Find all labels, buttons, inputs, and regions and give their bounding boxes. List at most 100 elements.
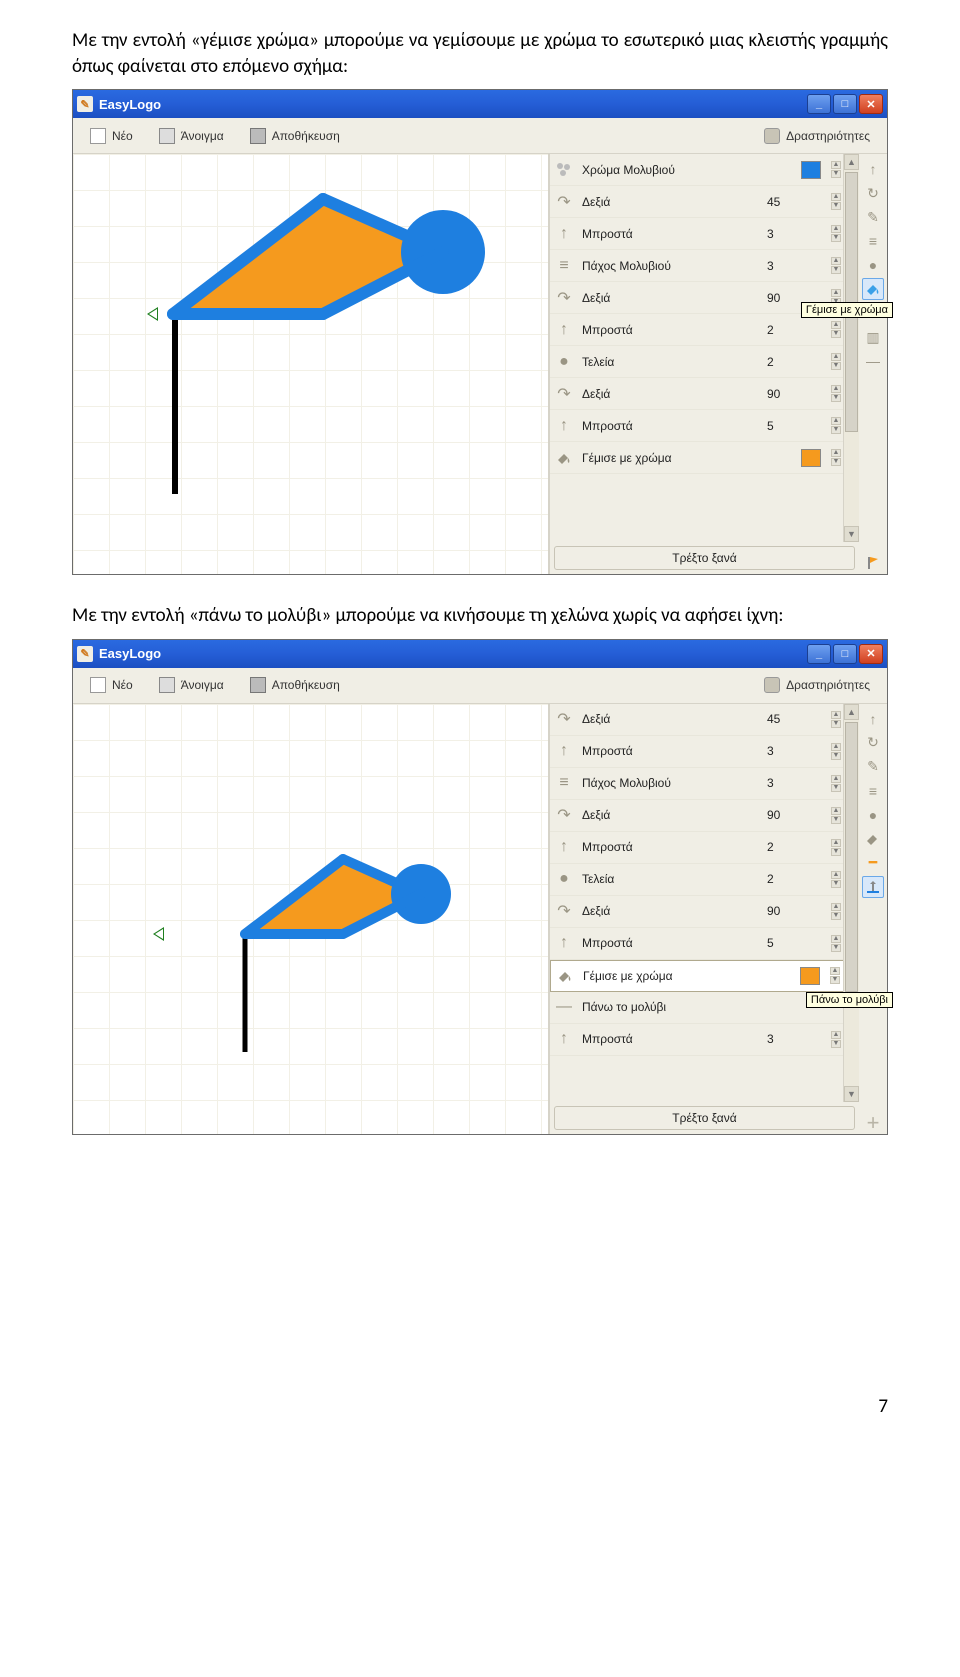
spin-up-icon[interactable]: ▲ [831, 417, 841, 425]
value-spinner[interactable]: ▲▼ [831, 807, 841, 824]
tool-pencil-icon[interactable]: ✎ [862, 756, 884, 778]
new-button[interactable]: Νέο [79, 671, 144, 699]
new-button[interactable]: Νέο [79, 122, 144, 150]
value-spinner[interactable]: ▲▼ [830, 967, 840, 984]
minimize-button[interactable]: _ [807, 644, 831, 664]
command-row[interactable]: Γέμισε με χρώμα▲▼ [550, 960, 859, 992]
tool-up-arrow-icon[interactable]: ↑ [862, 708, 884, 730]
spin-down-icon[interactable]: ▼ [831, 426, 841, 434]
run-again-button[interactable]: Τρέξτο ξανά [554, 546, 855, 570]
spin-up-icon[interactable]: ▲ [831, 289, 841, 297]
spin-up-icon[interactable]: ▲ [831, 775, 841, 783]
spin-up-icon[interactable]: ▲ [831, 257, 841, 265]
value-spinner[interactable]: ▲▼ [831, 257, 841, 274]
spin-down-icon[interactable]: ▼ [831, 202, 841, 210]
spin-down-icon[interactable]: ▼ [831, 720, 841, 728]
panel-scrollbar[interactable]: ▲ ▼ [843, 704, 859, 1102]
command-row[interactable]: ↷Δεξιά90▲▼ [550, 896, 859, 928]
tool-minus-icon[interactable]: — [862, 350, 884, 372]
value-spinner[interactable]: ▲▼ [831, 449, 841, 466]
spin-down-icon[interactable]: ▼ [831, 784, 841, 792]
drawing-canvas[interactable] [73, 704, 549, 1134]
spin-down-icon[interactable]: ▼ [830, 976, 840, 984]
spin-down-icon[interactable]: ▼ [831, 266, 841, 274]
spin-up-icon[interactable]: ▲ [831, 321, 841, 329]
tool-flag-icon[interactable] [862, 552, 884, 574]
spin-up-icon[interactable]: ▲ [830, 967, 840, 975]
value-spinner[interactable]: ▲▼ [831, 417, 841, 434]
tool-dot-icon[interactable]: ● [862, 254, 884, 276]
spin-down-icon[interactable]: ▼ [831, 816, 841, 824]
tool-dot-icon[interactable]: ● [862, 804, 884, 826]
spin-up-icon[interactable]: ▲ [831, 225, 841, 233]
command-row[interactable]: ↷Δεξιά45▲▼ [550, 704, 859, 736]
value-spinner[interactable]: ▲▼ [831, 903, 841, 920]
command-row[interactable]: Γέμισε με χρώμα▲▼ [550, 442, 859, 474]
spin-up-icon[interactable]: ▲ [831, 353, 841, 361]
color-swatch[interactable] [801, 449, 821, 467]
activities-button[interactable]: Δραστηριότητες [753, 122, 881, 150]
spin-up-icon[interactable]: ▲ [831, 903, 841, 911]
color-swatch[interactable] [801, 161, 821, 179]
value-spinner[interactable]: ▲▼ [831, 871, 841, 888]
tool-width-icon[interactable]: ≡ [862, 780, 884, 802]
command-row[interactable]: ↑Μπροστά5▲▼ [550, 410, 859, 442]
panel-scrollbar[interactable]: ▲ ▼ [843, 154, 859, 542]
spin-down-icon[interactable]: ▼ [831, 458, 841, 466]
command-row[interactable]: ↷Δεξιά45▲▼ [550, 186, 859, 218]
spin-up-icon[interactable]: ▲ [831, 743, 841, 751]
save-button[interactable]: Αποθήκευση [239, 122, 351, 150]
spin-up-icon[interactable]: ▲ [831, 449, 841, 457]
command-row[interactable]: ●Τελεία2▲▼ [550, 346, 859, 378]
scroll-thumb[interactable] [845, 722, 858, 992]
drawing-canvas[interactable] [73, 154, 549, 574]
spin-down-icon[interactable]: ▼ [831, 880, 841, 888]
spin-down-icon[interactable]: ▼ [831, 1040, 841, 1048]
tool-pencil-icon[interactable]: ✎ [862, 206, 884, 228]
command-row[interactable]: ↷Δεξιά90▲▼ [550, 800, 859, 832]
spin-down-icon[interactable]: ▼ [831, 330, 841, 338]
tool-line-icon[interactable]: ━ [862, 852, 884, 874]
command-row[interactable]: ↑Μπροστά2▲▼ [550, 314, 859, 346]
open-button[interactable]: Άνοιγμα [148, 671, 235, 699]
command-row[interactable]: ↷Δεξιά90▲▼ [550, 378, 859, 410]
spin-up-icon[interactable]: ▲ [831, 193, 841, 201]
close-button[interactable]: ✕ [859, 644, 883, 664]
value-spinner[interactable]: ▲▼ [831, 711, 841, 728]
tool-fill-bucket-icon[interactable] [862, 828, 884, 850]
spin-up-icon[interactable]: ▲ [831, 807, 841, 815]
spin-up-icon[interactable]: ▲ [831, 385, 841, 393]
command-row[interactable]: ↑Μπροστά5▲▼ [550, 928, 859, 960]
spin-down-icon[interactable]: ▼ [831, 234, 841, 242]
command-row[interactable]: ↑Μπροστά3▲▼ [550, 218, 859, 250]
tool-pen-up-icon[interactable] [862, 876, 884, 898]
spin-up-icon[interactable]: ▲ [831, 871, 841, 879]
spin-up-icon[interactable]: ▲ [831, 711, 841, 719]
command-row[interactable]: ≡Πάχος Μολυβιού3▲▼ [550, 250, 859, 282]
spin-up-icon[interactable]: ▲ [831, 161, 841, 169]
command-row[interactable]: ●Τελεία2▲▼ [550, 864, 859, 896]
save-button[interactable]: Αποθήκευση [239, 671, 351, 699]
spin-up-icon[interactable]: ▲ [831, 839, 841, 847]
scroll-down-icon[interactable]: ▼ [844, 526, 859, 542]
color-swatch[interactable] [800, 967, 820, 985]
tool-plus-icon[interactable]: + [862, 1112, 884, 1134]
run-again-button[interactable]: Τρέξτο ξανά [554, 1106, 855, 1130]
spin-down-icon[interactable]: ▼ [831, 752, 841, 760]
value-spinner[interactable]: ▲▼ [831, 385, 841, 402]
tool-fill-bucket-icon[interactable] [862, 278, 884, 300]
open-button[interactable]: Άνοιγμα [148, 122, 235, 150]
value-spinner[interactable]: ▲▼ [831, 193, 841, 210]
spin-down-icon[interactable]: ▼ [831, 848, 841, 856]
tool-redo-arrow-icon[interactable]: ↻ [862, 182, 884, 204]
value-spinner[interactable]: ▲▼ [831, 321, 841, 338]
value-spinner[interactable]: ▲▼ [831, 225, 841, 242]
value-spinner[interactable]: ▲▼ [831, 353, 841, 370]
spin-down-icon[interactable]: ▼ [831, 170, 841, 178]
spin-up-icon[interactable]: ▲ [831, 935, 841, 943]
spin-up-icon[interactable]: ▲ [831, 1031, 841, 1039]
command-row[interactable]: ≡Πάχος Μολυβιού3▲▼ [550, 768, 859, 800]
spin-down-icon[interactable]: ▼ [831, 394, 841, 402]
value-spinner[interactable]: ▲▼ [831, 935, 841, 952]
command-row[interactable]: ↑Μπροστά3▲▼ [550, 1024, 859, 1056]
